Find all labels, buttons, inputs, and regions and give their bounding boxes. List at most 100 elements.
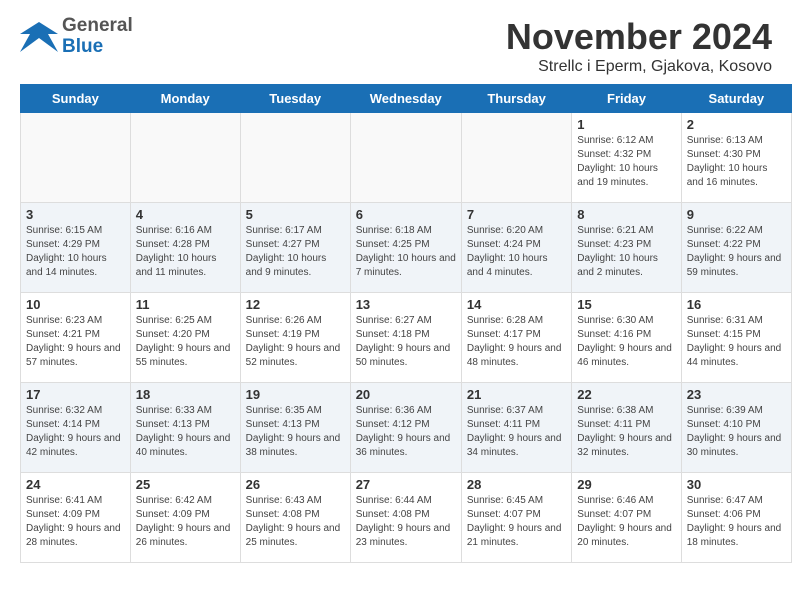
day-cell: 3 Sunrise: 6:15 AM Sunset: 4:29 PM Daylig… (21, 203, 131, 293)
day-number: 29 (577, 477, 675, 492)
day-info: Sunrise: 6:22 AM Sunset: 4:22 PM Dayligh… (687, 224, 786, 280)
day-cell: 22 Sunrise: 6:38 AM Sunset: 4:11 PM Dayli… (572, 383, 681, 473)
day-info: Sunrise: 6:17 AM Sunset: 4:27 PM Dayligh… (246, 224, 345, 280)
day-cell: 6 Sunrise: 6:18 AM Sunset: 4:25 PM Daylig… (350, 203, 461, 293)
day-cell: 30Sunrise: 6:47 AM Sunset: 4:06 PM Dayli… (681, 473, 791, 563)
day-number: 17 (26, 387, 125, 402)
day-header-friday: Friday (572, 85, 681, 113)
calendar-week-row: 10 Sunrise: 6:23 AM Sunset: 4:21 PM Dayli… (21, 293, 792, 383)
day-number: 15 (577, 297, 675, 312)
day-cell: 11 Sunrise: 6:25 AM Sunset: 4:20 PM Dayli… (130, 293, 240, 383)
calendar-week-row: 1 Sunrise: 6:12 AM Sunset: 4:32 PM Daylig… (21, 113, 792, 203)
day-number: 26 (246, 477, 345, 492)
logo-general: General (62, 16, 133, 37)
day-cell: 7 Sunrise: 6:20 AM Sunset: 4:24 PM Daylig… (461, 203, 571, 293)
day-info: Sunrise: 6:39 AM Sunset: 4:10 PM Dayligh… (687, 404, 786, 460)
day-cell: 25 Sunrise: 6:42 AM Sunset: 4:09 PM Dayli… (130, 473, 240, 563)
day-cell: 26 Sunrise: 6:43 AM Sunset: 4:08 PM Dayli… (240, 473, 350, 563)
day-cell: 20 Sunrise: 6:36 AM Sunset: 4:12 PM Dayli… (350, 383, 461, 473)
day-number: 10 (26, 297, 125, 312)
day-info: Sunrise: 6:27 AM Sunset: 4:18 PM Dayligh… (356, 314, 456, 370)
day-number: 11 (136, 297, 235, 312)
day-info: Sunrise: 6:13 AM Sunset: 4:30 PM Dayligh… (687, 134, 786, 190)
day-info: Sunrise: 6:18 AM Sunset: 4:25 PM Dayligh… (356, 224, 456, 280)
day-number: 9 (687, 207, 786, 222)
day-cell: 1 Sunrise: 6:12 AM Sunset: 4:32 PM Daylig… (572, 113, 681, 203)
logo: General Blue (20, 16, 133, 58)
day-cell: 9 Sunrise: 6:22 AM Sunset: 4:22 PM Daylig… (681, 203, 791, 293)
day-info: Sunrise: 6:42 AM Sunset: 4:09 PM Dayligh… (136, 494, 235, 550)
day-number: 12 (246, 297, 345, 312)
day-cell: 4 Sunrise: 6:16 AM Sunset: 4:28 PM Daylig… (130, 203, 240, 293)
calendar-table: SundayMondayTuesdayWednesdayThursdayFrid… (20, 84, 792, 563)
day-number: 22 (577, 387, 675, 402)
day-info: Sunrise: 6:20 AM Sunset: 4:24 PM Dayligh… (467, 224, 566, 280)
day-info: Sunrise: 6:30 AM Sunset: 4:16 PM Dayligh… (577, 314, 675, 370)
day-number: 23 (687, 387, 786, 402)
day-cell: 8Sunrise: 6:21 AM Sunset: 4:23 PM Daylig… (572, 203, 681, 293)
day-number: 25 (136, 477, 235, 492)
day-info: Sunrise: 6:23 AM Sunset: 4:21 PM Dayligh… (26, 314, 125, 370)
day-number: 8 (577, 207, 675, 222)
day-number: 14 (467, 297, 566, 312)
day-number: 13 (356, 297, 456, 312)
day-info: Sunrise: 6:43 AM Sunset: 4:08 PM Dayligh… (246, 494, 345, 550)
day-info: Sunrise: 6:35 AM Sunset: 4:13 PM Dayligh… (246, 404, 345, 460)
page-header: General Blue November 2024 Strellc i Epe… (0, 0, 792, 84)
day-header-monday: Monday (130, 85, 240, 113)
day-info: Sunrise: 6:32 AM Sunset: 4:14 PM Dayligh… (26, 404, 125, 460)
day-cell: 10 Sunrise: 6:23 AM Sunset: 4:21 PM Dayli… (21, 293, 131, 383)
day-number: 28 (467, 477, 566, 492)
subtitle: Strellc i Eperm, Gjakova, Kosovo (506, 58, 772, 76)
day-cell: 13 Sunrise: 6:27 AM Sunset: 4:18 PM Dayli… (350, 293, 461, 383)
day-info: Sunrise: 6:15 AM Sunset: 4:29 PM Dayligh… (26, 224, 125, 280)
day-info: Sunrise: 6:25 AM Sunset: 4:20 PM Dayligh… (136, 314, 235, 370)
day-cell: 2 Sunrise: 6:13 AM Sunset: 4:30 PM Daylig… (681, 113, 791, 203)
day-cell (130, 113, 240, 203)
calendar-week-row: 3 Sunrise: 6:15 AM Sunset: 4:29 PM Daylig… (21, 203, 792, 293)
logo-blue: Blue (62, 37, 133, 58)
day-cell: 19Sunrise: 6:35 AM Sunset: 4:13 PM Dayli… (240, 383, 350, 473)
day-info: Sunrise: 6:36 AM Sunset: 4:12 PM Dayligh… (356, 404, 456, 460)
day-number: 20 (356, 387, 456, 402)
day-cell: 14Sunrise: 6:28 AM Sunset: 4:17 PM Dayli… (461, 293, 571, 383)
day-info: Sunrise: 6:33 AM Sunset: 4:13 PM Dayligh… (136, 404, 235, 460)
day-info: Sunrise: 6:44 AM Sunset: 4:08 PM Dayligh… (356, 494, 456, 550)
day-cell: 17 Sunrise: 6:32 AM Sunset: 4:14 PM Dayli… (21, 383, 131, 473)
day-number: 7 (467, 207, 566, 222)
calendar-week-row: 24Sunrise: 6:41 AM Sunset: 4:09 PM Dayli… (21, 473, 792, 563)
day-cell: 15 Sunrise: 6:30 AM Sunset: 4:16 PM Dayli… (572, 293, 681, 383)
day-number: 21 (467, 387, 566, 402)
day-number: 2 (687, 117, 786, 132)
day-cell: 5 Sunrise: 6:17 AM Sunset: 4:27 PM Daylig… (240, 203, 350, 293)
day-number: 5 (246, 207, 345, 222)
day-cell (350, 113, 461, 203)
day-info: Sunrise: 6:12 AM Sunset: 4:32 PM Dayligh… (577, 134, 675, 190)
calendar-week-row: 17 Sunrise: 6:32 AM Sunset: 4:14 PM Dayli… (21, 383, 792, 473)
day-cell: 21Sunrise: 6:37 AM Sunset: 4:11 PM Dayli… (461, 383, 571, 473)
day-cell: 28 Sunrise: 6:45 AM Sunset: 4:07 PM Dayli… (461, 473, 571, 563)
logo-icon (20, 18, 58, 56)
day-cell: 23 Sunrise: 6:39 AM Sunset: 4:10 PM Dayli… (681, 383, 791, 473)
day-info: Sunrise: 6:45 AM Sunset: 4:07 PM Dayligh… (467, 494, 566, 550)
day-info: Sunrise: 6:41 AM Sunset: 4:09 PM Dayligh… (26, 494, 125, 550)
day-cell: 24Sunrise: 6:41 AM Sunset: 4:09 PM Dayli… (21, 473, 131, 563)
day-header-sunday: Sunday (21, 85, 131, 113)
main-title: November 2024 (506, 16, 772, 58)
day-cell (240, 113, 350, 203)
day-number: 1 (577, 117, 675, 132)
day-number: 4 (136, 207, 235, 222)
day-info: Sunrise: 6:46 AM Sunset: 4:07 PM Dayligh… (577, 494, 675, 550)
day-cell (21, 113, 131, 203)
title-section: November 2024 Strellc i Eperm, Gjakova, … (506, 16, 772, 76)
day-header-thursday: Thursday (461, 85, 571, 113)
day-header-tuesday: Tuesday (240, 85, 350, 113)
day-cell: 18 Sunrise: 6:33 AM Sunset: 4:13 PM Dayli… (130, 383, 240, 473)
day-info: Sunrise: 6:38 AM Sunset: 4:11 PM Dayligh… (577, 404, 675, 460)
day-number: 16 (687, 297, 786, 312)
day-number: 18 (136, 387, 235, 402)
day-info: Sunrise: 6:16 AM Sunset: 4:28 PM Dayligh… (136, 224, 235, 280)
day-number: 6 (356, 207, 456, 222)
day-number: 3 (26, 207, 125, 222)
day-info: Sunrise: 6:47 AM Sunset: 4:06 PM Dayligh… (687, 494, 786, 550)
